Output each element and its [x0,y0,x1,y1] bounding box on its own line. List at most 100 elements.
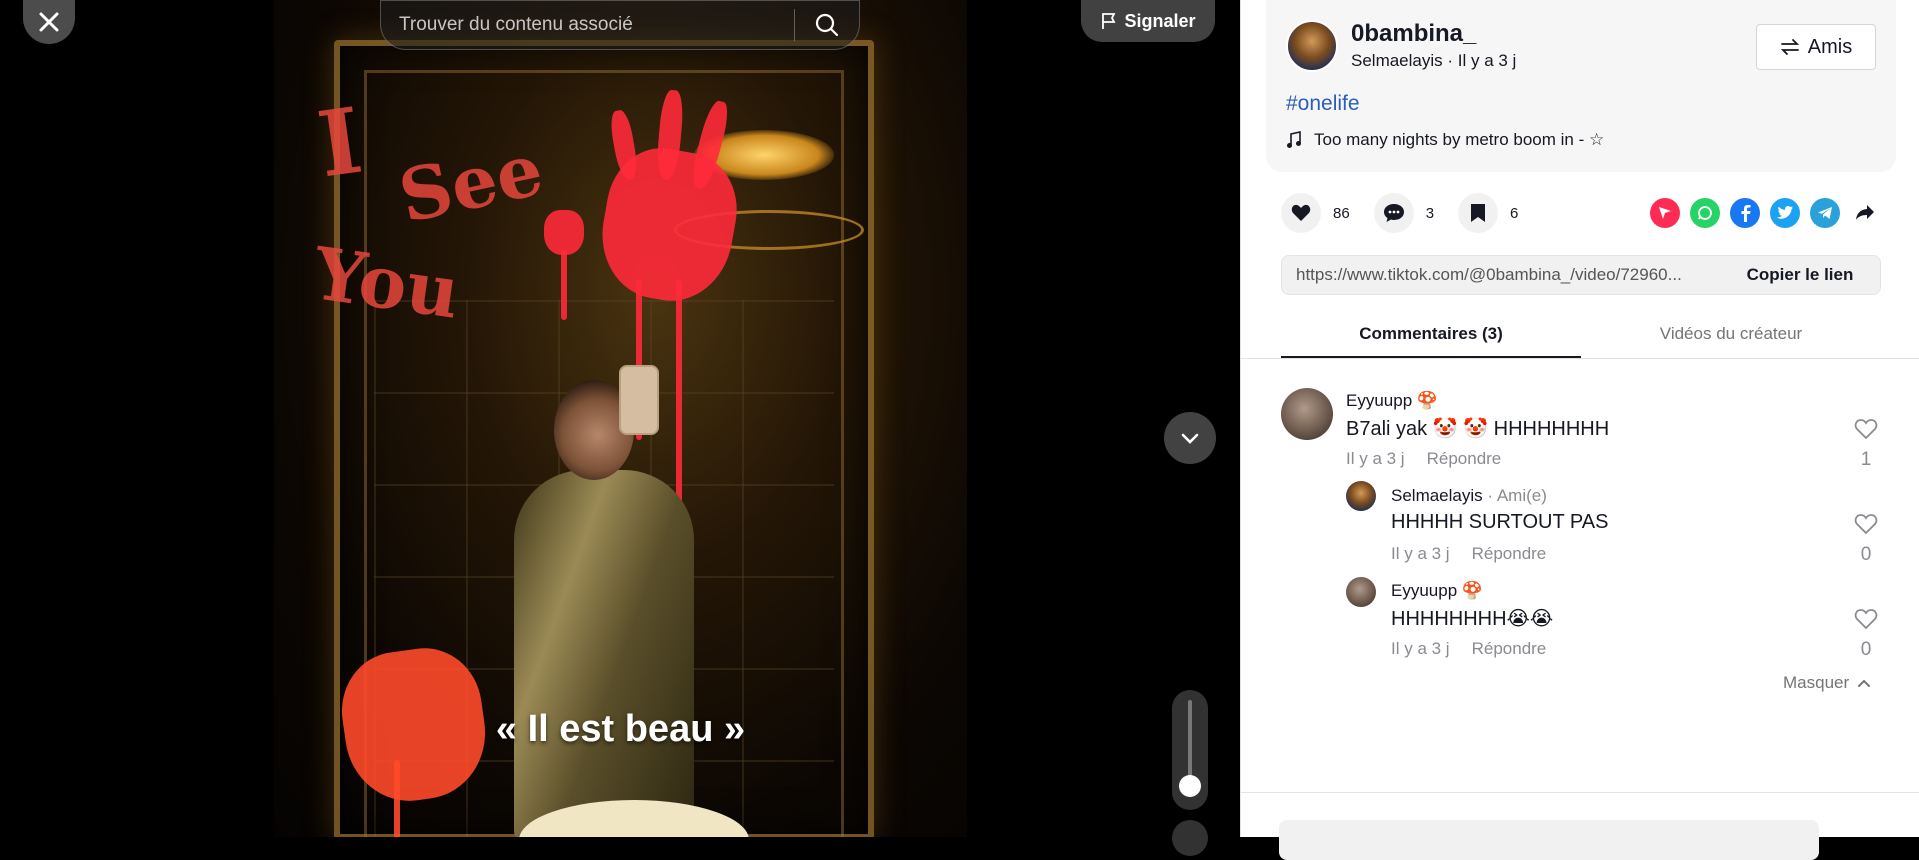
comment-username-text: Selmaelayis [1391,486,1483,505]
person-body [514,470,694,837]
comment-time: Il y a 3 j [1391,544,1450,563]
swap-icon [1780,39,1799,55]
telegram-share-button[interactable] [1810,198,1840,228]
comment-meta: Il y a 3 j Répondre [1391,544,1568,564]
blood-drip [561,250,567,320]
hide-replies-button[interactable]: Masquer [1783,673,1871,693]
comment-like-count: 0 [1860,544,1872,565]
music-link[interactable]: Too many nights by metro boom in - ☆ [1286,130,1604,150]
send-icon [1659,207,1671,219]
comment-like-button[interactable]: 1 [1851,418,1881,471]
panel-tabs: Commentaires (3) Vidéos du créateur [1281,312,1881,358]
video-link-url[interactable]: https://www.tiktok.com/@0bambina_/video/… [1282,265,1720,285]
like-count: 86 [1333,204,1350,222]
volume-slider[interactable] [1172,690,1208,810]
comment-meta: Il y a 3 j Répondre [1391,639,1568,659]
hide-label: Masquer [1783,673,1850,692]
video-player[interactable]: I See You « Il est beau » [274,0,967,837]
comment-count: 3 [1425,204,1435,222]
comment-username[interactable]: Eyyuupp 🍄 [1391,581,1483,601]
author-card: 0bambina_ Selmaelayis · Il y a 3 j Amis … [1266,0,1896,172]
share-icons [1650,198,1880,228]
comment-text: HHHHH SURTOUT PAS [1391,511,1609,533]
comment-icon [1383,204,1404,222]
friends-label: Amis [1807,35,1853,58]
close-button[interactable] [23,0,75,44]
facebook-share-button[interactable] [1730,198,1760,228]
search-icon [815,13,839,37]
avatar[interactable] [1346,577,1376,607]
avatar[interactable] [1346,481,1376,511]
telegram-icon [1818,207,1832,219]
comment-username[interactable]: Selmaelayis · Ami(e) [1391,486,1547,506]
close-icon [39,12,59,32]
chevron-up-icon [1858,679,1871,687]
reply-button[interactable]: Répondre [1427,449,1502,468]
facebook-icon [1741,205,1751,222]
twitter-share-button[interactable] [1770,198,1800,228]
comment-username[interactable]: Eyyuupp 🍄 [1346,391,1438,411]
whatsapp-icon [1698,206,1712,220]
comment-like-count: 0 [1860,639,1872,660]
flag-icon [1102,13,1116,29]
save-action[interactable]: 6 [1458,193,1518,233]
next-video-button[interactable] [1164,412,1216,464]
reply-button[interactable]: Répondre [1472,639,1547,658]
search-input[interactable] [381,14,794,36]
tabs-divider [1241,358,1919,359]
comment-meta: Il y a 3 j Répondre [1346,449,1523,469]
report-label: Signaler [1124,10,1196,31]
comment-composer [1241,792,1919,860]
comment-input[interactable] [1279,820,1819,860]
heart-outline-icon [1854,609,1878,630]
heart-icon [1291,204,1311,221]
comment-like-button[interactable]: 0 [1851,608,1881,661]
reply-button[interactable]: Répondre [1472,544,1547,563]
tab-creator-videos[interactable]: Vidéos du créateur [1581,312,1881,358]
music-note-icon [1287,131,1301,148]
comment-action[interactable]: 3 [1373,193,1435,233]
video-stage: I See You « Il est beau » Signaler [0,0,1240,856]
more-share-button[interactable] [1850,198,1880,228]
tab-comments[interactable]: Commentaires (3) [1281,312,1581,358]
author-avatar[interactable] [1286,20,1338,72]
heart-outline-icon [1854,514,1878,535]
like-icon-wrapper [1281,193,1321,233]
whatsapp-share-button[interactable] [1690,198,1720,228]
comment-time: Il y a 3 j [1391,639,1450,658]
chevron-down-icon [1181,433,1199,444]
hashtag-link[interactable]: #onelife [1286,92,1360,116]
search-bar [380,0,860,50]
friends-button[interactable]: Amis [1756,24,1876,70]
blood-drip [394,760,400,837]
comment-like-count: 1 [1860,449,1872,470]
phone [619,365,659,435]
video-caption: « Il est beau » [495,708,746,750]
action-bar: 86 3 6 [1281,193,1542,233]
report-button[interactable]: Signaler [1081,0,1215,42]
search-button[interactable] [795,0,859,50]
mute-button[interactable] [1172,820,1208,856]
copy-link-button[interactable]: Copier le lien [1720,265,1880,285]
music-title: Too many nights by metro boom in - ☆ [1314,130,1605,149]
side-panel: 0bambina_ Selmaelayis · Il y a 3 j Amis … [1240,0,1919,860]
like-action[interactable]: 86 [1281,193,1350,233]
comment-time: Il y a 3 j [1346,449,1405,468]
twitter-icon [1776,206,1793,219]
repost-share-button[interactable] [1650,198,1680,228]
share-arrow-icon [1856,205,1874,220]
author-subtitle: Selmaelayis · Il y a 3 j [1351,51,1517,70]
save-icon-wrapper [1458,193,1499,233]
comment-like-button[interactable]: 0 [1851,513,1881,566]
friend-badge: · Ami(e) [1482,486,1547,505]
bookmark-icon [1471,204,1486,222]
blood-blot [544,210,584,255]
save-count: 6 [1510,204,1519,222]
volume-knob[interactable] [1179,775,1201,797]
comment-text: HHHHHHHH😭😭 [1391,608,1554,630]
author-name[interactable]: 0bambina_ [1351,20,1476,48]
comment-text: B7ali yak 🤡 🤡 HHHHHHHH [1346,418,1610,440]
comment-icon-wrapper [1373,193,1414,233]
avatar[interactable] [1281,388,1333,440]
person-silhouette [494,380,694,837]
